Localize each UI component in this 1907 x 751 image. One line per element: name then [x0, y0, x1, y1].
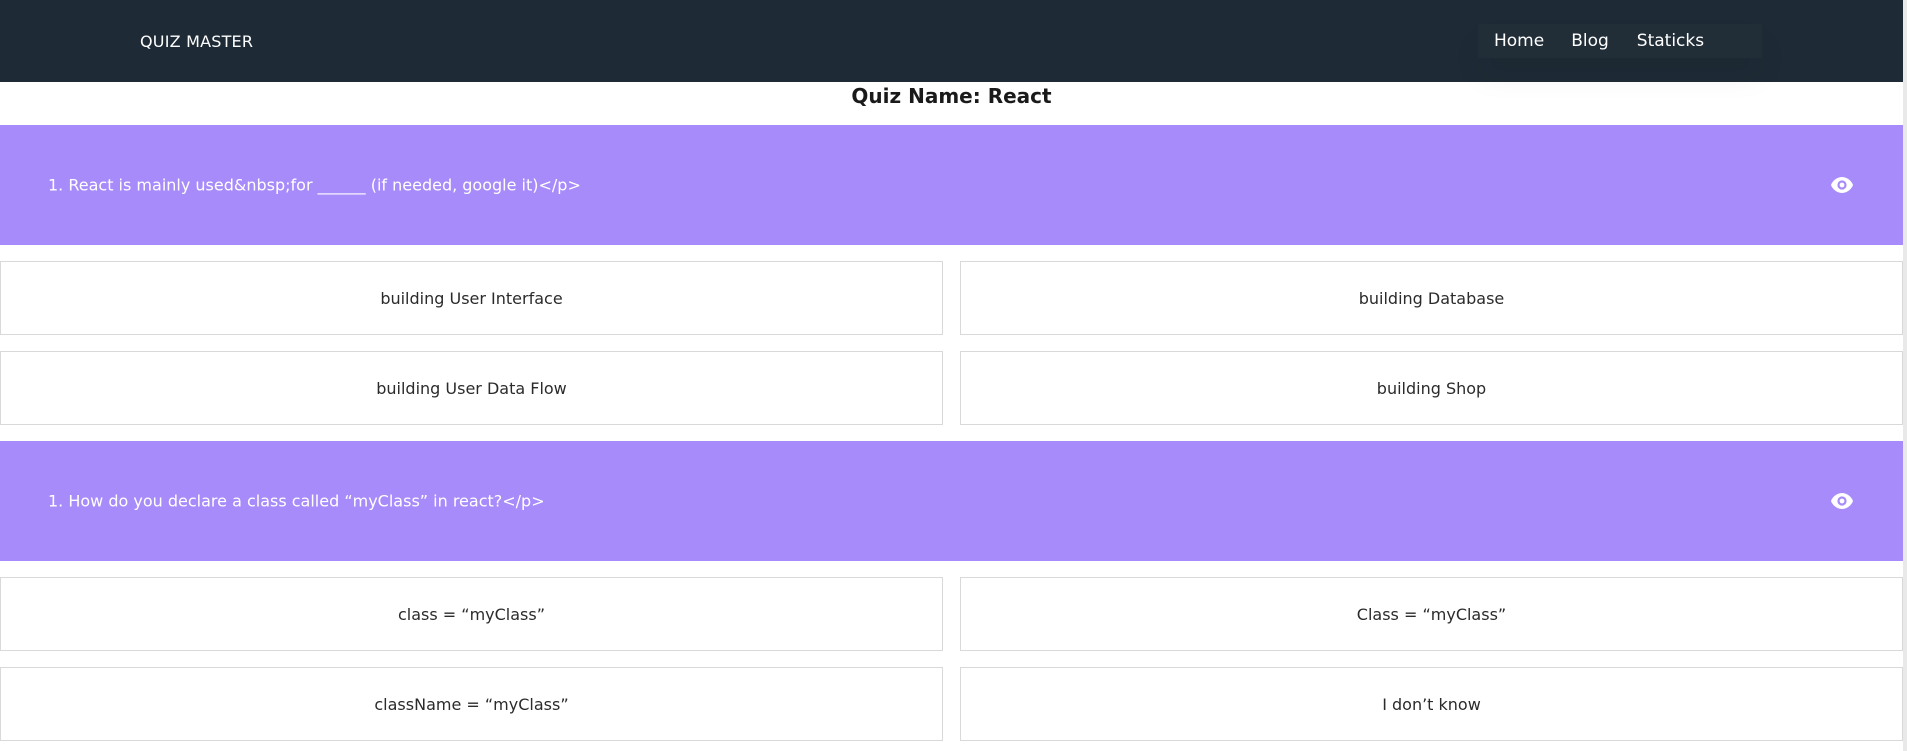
answer-option[interactable]: building User Interface	[0, 261, 943, 335]
brand-logo[interactable]: QUIZ MASTER	[140, 32, 253, 51]
answer-option[interactable]: building Database	[960, 261, 1903, 335]
question-text: 1. How do you declare a class called “my…	[48, 491, 545, 511]
nav-link-home[interactable]: Home	[1494, 24, 1544, 58]
answer-option[interactable]: building User Data Flow	[0, 351, 943, 425]
answer-option[interactable]: class = “myClass”	[0, 577, 943, 651]
eye-icon[interactable]	[1830, 492, 1854, 510]
scrollbar[interactable]	[1903, 0, 1907, 751]
answer-option[interactable]: building Shop	[960, 351, 1903, 425]
navbar: QUIZ MASTER Home Blog Staticks	[0, 0, 1903, 82]
answer-option[interactable]: I don’t know	[960, 667, 1903, 741]
nav-links: Home Blog Staticks	[1478, 24, 1762, 58]
quiz-title: Quiz Name: React	[851, 84, 1052, 108]
question-card: 1. React is mainly used&nbsp;for ______ …	[0, 125, 1903, 245]
question-card: 1. How do you declare a class called “my…	[0, 441, 1903, 561]
eye-icon[interactable]	[1830, 176, 1854, 194]
answer-option[interactable]: className = “myClass”	[0, 667, 943, 741]
nav-link-blog[interactable]: Blog	[1571, 24, 1609, 58]
nav-link-staticks[interactable]: Staticks	[1637, 24, 1704, 58]
question-text: 1. React is mainly used&nbsp;for ______ …	[48, 175, 581, 195]
answer-option[interactable]: Class = “myClass”	[960, 577, 1903, 651]
